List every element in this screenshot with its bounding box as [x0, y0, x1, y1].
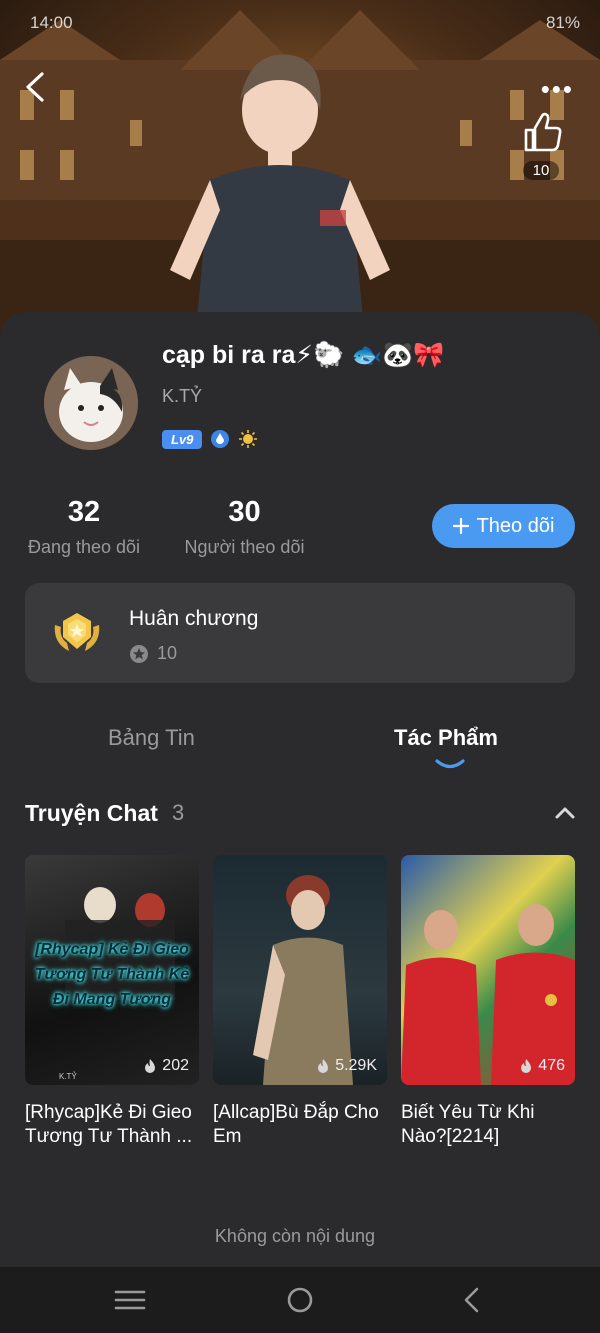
star-circle-icon [130, 644, 148, 663]
cover-art-2 [253, 875, 353, 1085]
story-title: Biết Yêu Từ Khi Nào?[2214] [401, 1102, 535, 1147]
tab-news-feed[interactable]: Bảng Tin [108, 725, 195, 751]
medal-card[interactable]: Huân chương 10 [25, 583, 575, 683]
flame-icon [318, 1059, 329, 1073]
follow-button-label: Theo dõi [476, 514, 555, 537]
profile-cover: 14:00 81% ••• 10 [0, 0, 600, 340]
medal-icon [54, 613, 100, 651]
battery-level: 81% [545, 13, 580, 32]
following-label: Đang theo dõi [27, 537, 141, 557]
back-arrow-icon[interactable] [20, 70, 50, 104]
story-title: [Allcap]Bù Đắp Cho Em [213, 1102, 379, 1147]
view-count: 476 [519, 1057, 565, 1075]
story-cover: 476 [401, 855, 575, 1085]
medal-title: Huân chương [129, 607, 259, 630]
view-count: 5.29K [316, 1057, 377, 1075]
level-badge[interactable]: Lv9 [162, 429, 203, 449]
status-time: 14:00 [30, 13, 73, 32]
story-title: [Rhycap]Kẻ Đi Gieo Tương Tư Thành ... [25, 1102, 193, 1147]
followers-stat[interactable]: 30 Người theo dõi [181, 496, 308, 558]
view-count: 202 [143, 1057, 189, 1075]
following-stat[interactable]: 32 Đang theo dõi [25, 496, 143, 558]
status-bar: 14:00 81% [30, 8, 580, 38]
sun-badge-icon[interactable] [238, 429, 258, 449]
more-options-icon[interactable]: ••• [541, 74, 574, 105]
thumbs-up-icon [524, 112, 562, 152]
story-cover: [Rhycap] Kẻ Đi Gieo Tương Tư Thành Kẻ Đi… [25, 855, 199, 1085]
cat-avatar-image [44, 356, 138, 450]
active-tab-indicator [435, 759, 465, 769]
chevron-up-icon[interactable] [552, 802, 578, 824]
like-button[interactable]: 10 [518, 112, 564, 180]
section-title: Truyện Chat [25, 800, 158, 826]
cover-art-3 [401, 904, 575, 1085]
end-of-content-text: Không còn nội dung [214, 1226, 376, 1246]
follow-button[interactable]: Theo dõi [432, 504, 575, 548]
like-count: 10 [522, 161, 560, 180]
cover-author: K.TỶ [59, 1072, 77, 1081]
flame-icon [145, 1059, 156, 1073]
medal-count: 10 [157, 643, 178, 663]
verified-drop-icon[interactable] [210, 429, 230, 449]
avatar[interactable] [44, 356, 138, 450]
flame-icon [521, 1059, 532, 1073]
followers-count: 30 [228, 496, 261, 528]
followers-label: Người theo dõi [184, 537, 305, 557]
story-card[interactable]: 476 Biết Yêu Từ Khi Nào?[2214] [401, 855, 575, 1149]
profile-name: cạp bi ra ra⚡🐑 🐟🐼🎀 [162, 341, 445, 369]
section-count: 3 [172, 800, 185, 825]
system-nav-bar [0, 1267, 600, 1333]
back-triangle-icon[interactable] [455, 1285, 491, 1315]
home-circle-icon[interactable] [282, 1285, 318, 1315]
badge-row: Lv9 [162, 429, 258, 449]
story-card[interactable]: [Rhycap] Kẻ Đi Gieo Tương Tư Thành Kẻ Đi… [25, 855, 199, 1149]
following-count: 32 [67, 496, 101, 528]
cover-text: [Rhycap] Kẻ Đi Gieo Tương Tư Thành Kẻ Đi… [34, 941, 190, 1008]
story-card[interactable]: 5.29K [Allcap]Bù Đắp Cho Em [213, 855, 387, 1149]
tab-works[interactable]: Tác Phẩm [394, 725, 498, 751]
character-illustration [170, 54, 390, 340]
story-cover: 5.29K [213, 855, 387, 1085]
medal-count-row: 10 [129, 643, 177, 664]
plus-icon [452, 518, 469, 534]
menu-icon[interactable] [112, 1285, 148, 1315]
profile-handle: K.TỶ [162, 386, 203, 406]
